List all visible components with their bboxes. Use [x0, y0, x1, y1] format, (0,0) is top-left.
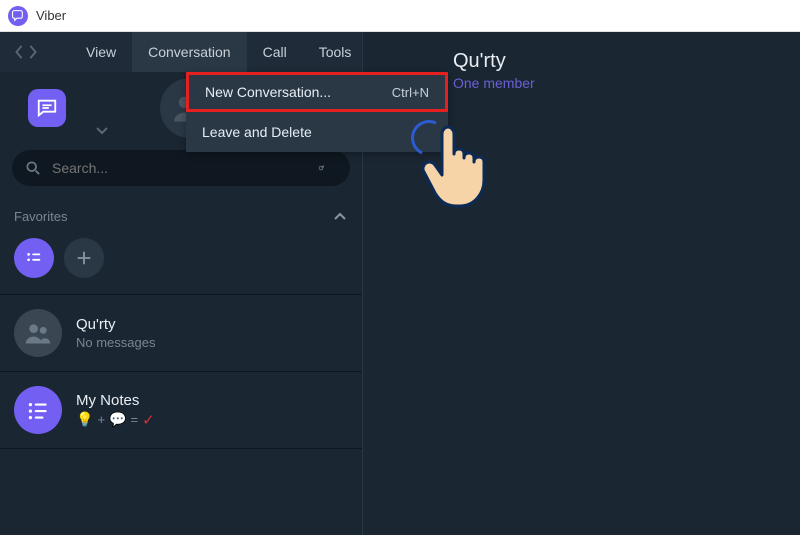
nav-back-button[interactable] [14, 40, 24, 64]
equals-text: = [130, 412, 138, 427]
favorite-notes-chip[interactable] [14, 238, 54, 278]
conversation-qurty[interactable]: Qu'rty No messages [0, 294, 362, 371]
conversation-subtitle: No messages [76, 335, 155, 350]
menu-new-conversation[interactable]: New Conversation... Ctrl+N [186, 72, 448, 112]
menu-leave-and-delete[interactable]: Leave and Delete [186, 112, 448, 152]
conversation-text: My Notes 💡 + 💬 = ✓ [76, 392, 155, 429]
check-icon: ✓ [142, 411, 155, 429]
menu-call[interactable]: Call [247, 32, 303, 72]
chevron-down-icon[interactable] [96, 122, 108, 140]
thought-emoji-icon: 💬 [109, 411, 126, 428]
refresh-button[interactable] [318, 159, 336, 177]
group-avatar-icon [14, 309, 62, 357]
dropdown-item-label: New Conversation... [205, 84, 331, 100]
favorites-label: Favorites [14, 209, 67, 224]
plus-text: + [97, 412, 105, 427]
dropdown-item-label: Leave and Delete [202, 124, 312, 140]
conversation-subtitle-emoji: 💡 + 💬 = ✓ [76, 411, 155, 429]
favorites-chips [0, 232, 362, 294]
chevron-up-icon [334, 207, 346, 225]
conversation-name: Qu'rty [76, 316, 155, 333]
search-box[interactable] [12, 150, 350, 186]
search-icon [26, 161, 40, 175]
bulb-emoji-icon: 💡 [76, 411, 93, 428]
conversation-dropdown: New Conversation... Ctrl+N Leave and Del… [186, 72, 448, 152]
search-input[interactable] [52, 160, 318, 176]
conversation-text: Qu'rty No messages [76, 316, 155, 350]
chat-icon[interactable] [28, 89, 66, 127]
add-favorite-button[interactable] [64, 238, 104, 278]
nav-forward-button[interactable] [28, 40, 38, 64]
notes-avatar-icon [14, 386, 62, 434]
favorites-header[interactable]: Favorites [0, 200, 362, 232]
menu-view[interactable]: View [70, 32, 132, 72]
chat-title: Qu'rty [453, 50, 800, 73]
menu-tools[interactable]: Tools [303, 32, 368, 72]
chat-members-link[interactable]: One member [453, 75, 800, 91]
menu-conversation[interactable]: Conversation [132, 32, 247, 72]
hand-pointer-icon [418, 124, 496, 217]
dropdown-item-shortcut: Ctrl+N [392, 85, 429, 100]
conversation-name: My Notes [76, 392, 155, 409]
plus-icon [75, 249, 93, 267]
viber-logo-icon [8, 6, 28, 26]
window-titlebar: Viber [0, 0, 800, 32]
list-icon [25, 249, 43, 267]
menubar: View Conversation Call Tools Help [0, 32, 362, 72]
window-title: Viber [36, 8, 66, 23]
conversation-mynotes[interactable]: My Notes 💡 + 💬 = ✓ [0, 371, 362, 449]
